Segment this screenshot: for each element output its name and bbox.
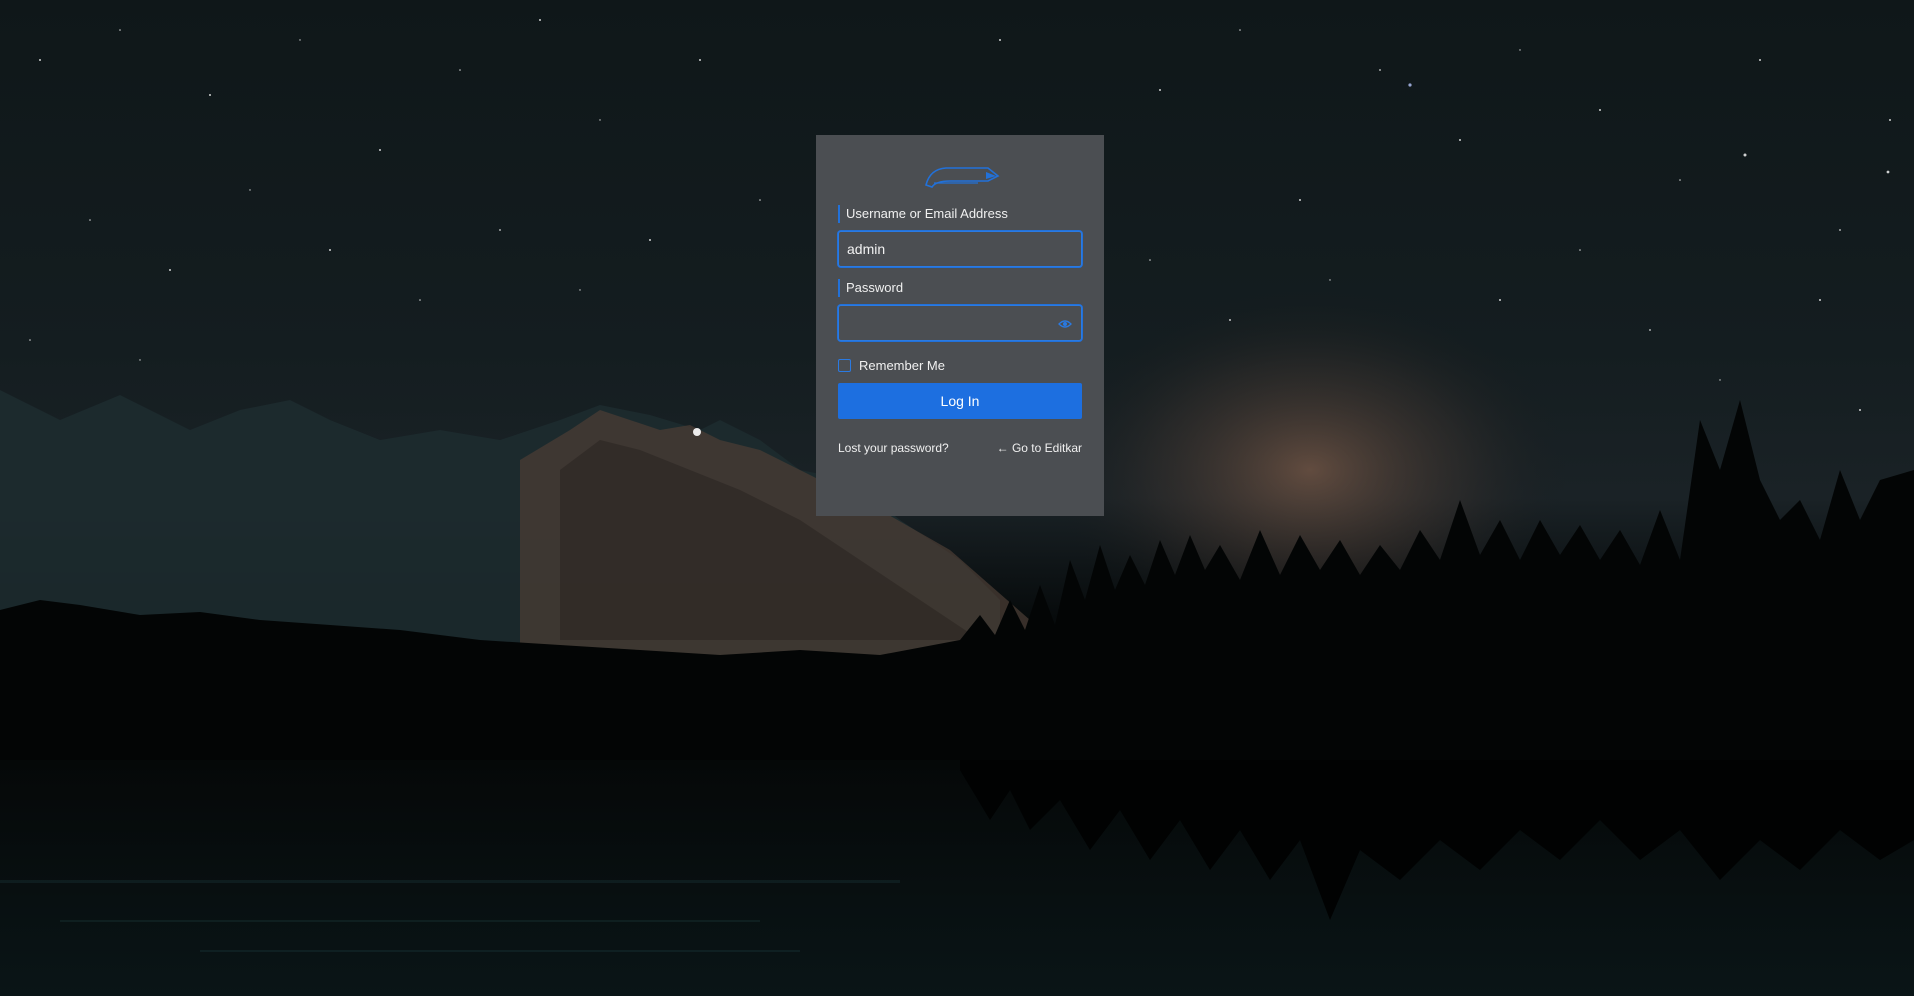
- remember-me-checkbox[interactable]: [838, 358, 851, 372]
- username-input[interactable]: [839, 232, 1081, 266]
- remember-me-row: Remember Me: [838, 357, 1082, 373]
- login-page: Username or Email Address Password Remem…: [0, 0, 1914, 996]
- password-label: Password: [838, 279, 1082, 297]
- password-input[interactable]: [839, 306, 1081, 340]
- username-label: Username or Email Address: [838, 205, 1082, 223]
- login-card: Username or Email Address Password Remem…: [816, 135, 1104, 516]
- site-logo[interactable]: [838, 159, 1082, 193]
- show-password-button[interactable]: [1055, 314, 1075, 334]
- password-field-wrapper: [838, 305, 1082, 341]
- log-in-button[interactable]: Log In: [838, 383, 1082, 419]
- username-field-wrapper: [838, 231, 1082, 267]
- back-to-site-link[interactable]: ← Go to Editkar: [997, 441, 1082, 455]
- eye-icon: [1058, 320, 1072, 328]
- login-footer-links: Lost your password? ← Go to Editkar: [838, 441, 1082, 455]
- lost-password-link[interactable]: Lost your password?: [838, 441, 949, 455]
- remember-me-label[interactable]: Remember Me: [859, 358, 945, 373]
- editkar-logo-icon: [925, 167, 1000, 188]
